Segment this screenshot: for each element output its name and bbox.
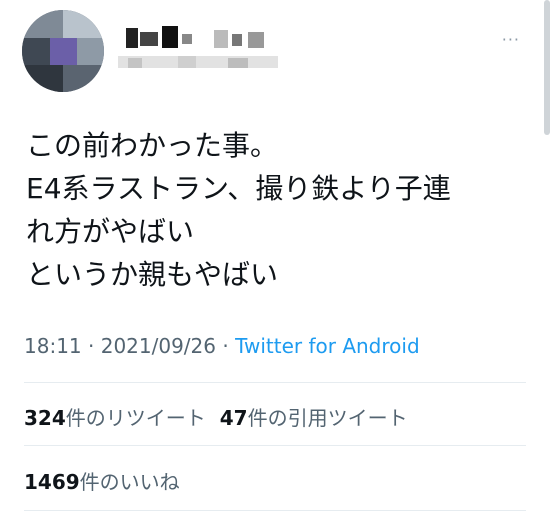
tweet-metadata: 18:11 · 2021/09/26 · Twitter for Android bbox=[24, 334, 420, 358]
more-options-icon[interactable]: ··· bbox=[502, 30, 520, 49]
retweets-count: 324 bbox=[24, 406, 66, 430]
likes-stats-row: 1469件のいいね bbox=[24, 466, 194, 495]
likes-label: 件のいいね bbox=[79, 470, 180, 494]
tweet-source-link[interactable]: Twitter for Android bbox=[235, 334, 420, 358]
tweet-detail: ··· この前わかった事。 E4系ラストラン、撮り鉄より子連 れ方がやばい とい… bbox=[0, 0, 550, 518]
quotes-label: 件の引用ツイート bbox=[247, 406, 408, 430]
likes-count: 1469 bbox=[24, 470, 80, 494]
scrollbar[interactable] bbox=[544, 0, 550, 135]
tweet-date[interactable]: 2021/09/26 bbox=[101, 334, 216, 358]
display-name-censored[interactable] bbox=[118, 22, 288, 82]
tweet-time[interactable]: 18:11 bbox=[24, 334, 82, 358]
quotes-count: 47 bbox=[219, 406, 248, 430]
retweet-stats-row: 324件のリツイート 47件の引用ツイート bbox=[24, 402, 422, 431]
divider bbox=[24, 510, 526, 511]
likes-stat[interactable]: 1469件のいいね bbox=[24, 470, 180, 494]
quotes-stat[interactable]: 47件の引用ツイート bbox=[220, 406, 408, 430]
retweets-label: 件のリツイート bbox=[65, 406, 206, 430]
tweet-text: この前わかった事。 E4系ラストラン、撮り鉄より子連 れ方がやばい というか親も… bbox=[26, 129, 451, 291]
divider bbox=[24, 445, 526, 446]
meta-separator: · bbox=[216, 334, 236, 358]
divider bbox=[24, 382, 526, 383]
retweets-stat[interactable]: 324件のリツイート bbox=[24, 406, 206, 430]
avatar[interactable] bbox=[22, 10, 104, 92]
meta-separator: · bbox=[81, 334, 101, 358]
